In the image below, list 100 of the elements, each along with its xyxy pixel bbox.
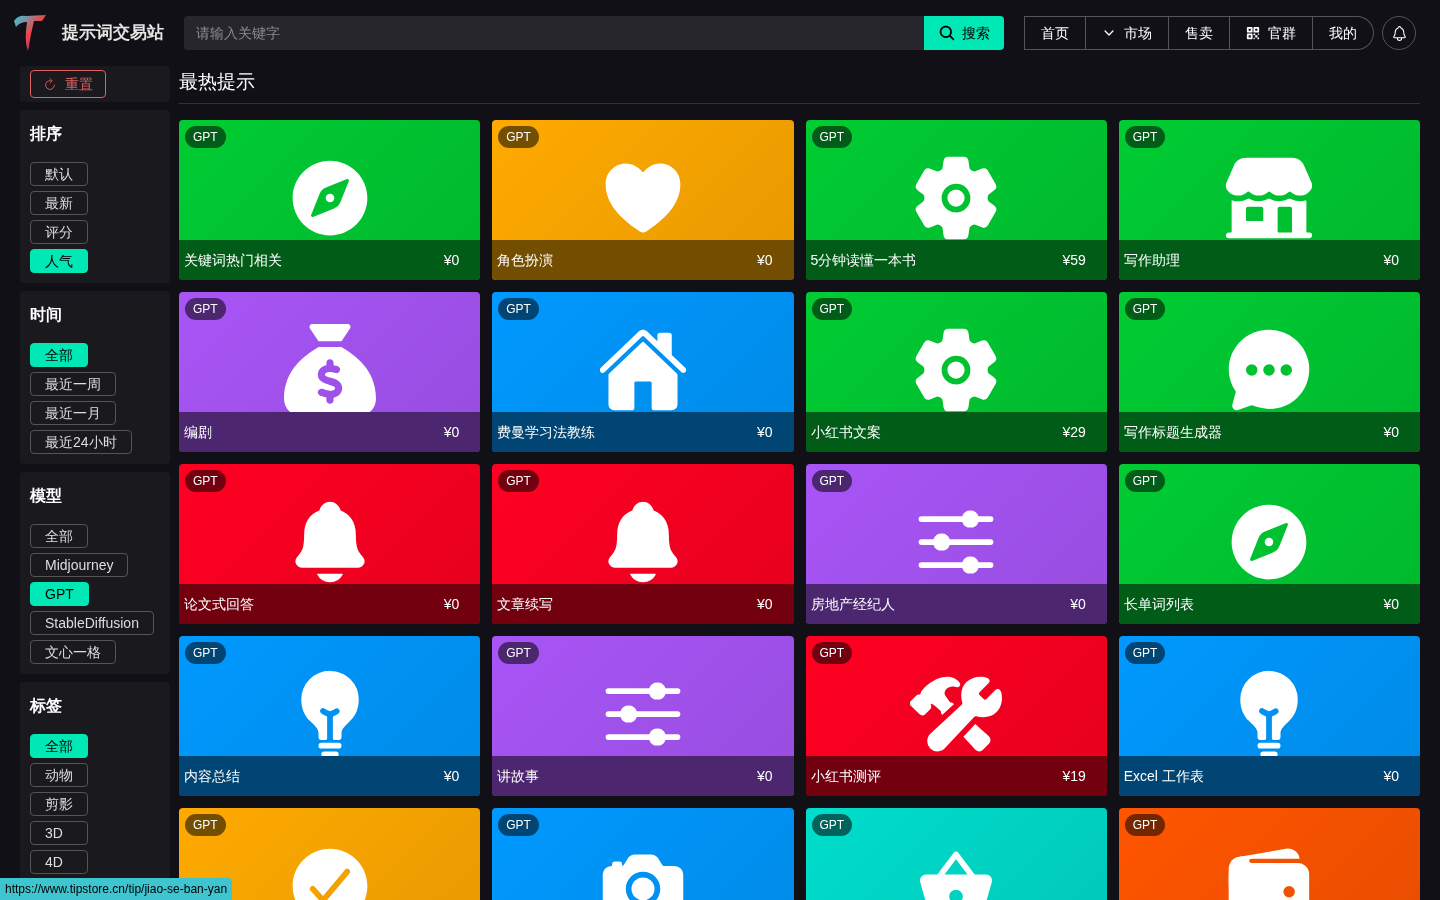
filter-chip[interactable]: 最近24小时 [30,430,132,454]
card-price: ¥0 [1383,422,1399,442]
filter-chip[interactable]: 全部 [30,524,88,548]
model-badge: GPT [1124,642,1166,664]
card-price: ¥0 [1383,766,1399,786]
card-title: 小红书测评 [810,766,881,786]
status-url: https://www.tipstore.cn/tip/jiao-se-ban-yan [0,878,233,900]
model-badge: GPT [1124,470,1166,492]
card-price: ¥29 [1062,422,1086,442]
model-badge: GPT [498,298,539,320]
prompt-card[interactable]: GPT [1118,808,1420,900]
nav-item[interactable]: 我的 [1312,17,1373,49]
bell-icon [1390,24,1408,42]
filter-chip[interactable]: 默认 [30,162,88,186]
card-title: 写作助理 [1123,250,1180,270]
model-badge: GPT [811,470,853,492]
filter-chip[interactable]: 最近一月 [30,401,116,425]
model-badge: GPT [811,126,853,148]
card-title: 讲故事 [497,766,540,786]
filter-chip[interactable]: 全部 [30,734,88,758]
filter-chip[interactable]: 人气 [30,249,88,273]
card-price: ¥0 [756,250,773,270]
card-title: 长单词列表 [1123,594,1194,614]
model-badge: GPT [811,298,853,320]
prompt-card[interactable]: GPT 关键词热门相关 ¥0 [179,120,481,280]
prompt-card[interactable]: GPT 内容总结 ¥0 [179,636,481,796]
card-title: 论文式回答 [184,594,254,614]
model-badge: GPT [185,814,226,836]
prompt-card[interactable]: GPT 5分钟读懂一本书 ¥59 [805,120,1107,280]
card-title: 费曼学习法教练 [497,422,596,442]
prompt-card[interactable]: GPT [492,808,794,900]
card-price: ¥0 [443,250,460,270]
card-title: 文章续写 [497,594,554,614]
card-title: 房地产经纪人 [810,594,895,614]
model-badge: GPT [185,298,226,320]
card-title: 写作标题生成器 [1123,422,1222,442]
filter-title: 时间 [30,305,63,325]
section-title: 最热提示 [179,66,1420,104]
search-button[interactable]: 搜索 [924,16,1004,50]
card-price: ¥0 [756,422,773,442]
prompt-card[interactable]: GPT 费曼学习法教练 ¥0 [492,292,794,452]
card-price: ¥0 [443,422,460,442]
qr-code-icon [1246,26,1260,40]
nav-item[interactable]: 官群 [1229,17,1312,49]
filter-chip[interactable]: 动物 [30,763,88,787]
model-badge: GPT [1124,814,1166,836]
model-badge: GPT [811,642,853,664]
filter-chip[interactable]: 剪影 [30,792,88,816]
prompt-card[interactable]: GPT 小红书文案 ¥29 [805,292,1107,452]
filter-chip[interactable]: 文心一格 [30,640,116,664]
nav-item[interactable]: 首页 [1025,17,1085,49]
model-badge: GPT [498,814,539,836]
prompt-card[interactable]: GPT 文章续写 ¥0 [492,464,794,624]
prompt-card[interactable]: GPT 写作助理 ¥0 [1118,120,1420,280]
filter-chip[interactable]: GPT [30,582,89,606]
model-badge: GPT [185,126,226,148]
filter-chip[interactable]: StableDiffusion [30,611,154,635]
prompt-card[interactable]: GPT [805,808,1107,900]
filter-chip[interactable]: Midjourney [30,553,129,577]
card-price: ¥19 [1062,766,1086,786]
prompt-card[interactable]: GPT Excel 工作表 ¥0 [1118,636,1420,796]
model-badge: GPT [498,642,539,664]
card-title: 编剧 [184,422,212,442]
search-field[interactable]: 请输入关键字 [184,16,924,50]
nav-item[interactable]: 市场 [1085,17,1168,49]
filter-title: 标签 [30,696,63,716]
card-price: ¥0 [443,766,460,786]
card-title: 5分钟读懂一本书 [810,250,917,270]
prompt-card[interactable]: GPT 角色扮演 ¥0 [492,120,794,280]
prompt-card[interactable]: GPT 编剧 ¥0 [179,292,481,452]
model-badge: GPT [1124,126,1166,148]
prompt-card[interactable]: GPT 房地产经纪人 ¥0 [805,464,1107,624]
filter-title: 排序 [30,124,63,144]
model-badge: GPT [1124,298,1166,320]
model-badge: GPT [811,814,853,836]
reset-button[interactable]: 重置 [30,70,106,98]
site-name: 提示词交易站 [62,22,164,45]
nav-item[interactable]: 售卖 [1168,17,1229,49]
card-price: ¥0 [1070,594,1086,614]
filter-chip[interactable]: 最新 [30,191,88,215]
filter-chip[interactable]: 3D [30,821,88,845]
filter-chip[interactable]: 全部 [30,343,88,367]
card-title: 小红书文案 [810,422,881,442]
card-price: ¥0 [443,594,460,614]
search-icon [938,24,956,42]
prompt-card[interactable]: GPT 写作标题生成器 ¥0 [1118,292,1420,452]
prompt-card[interactable]: GPT 讲故事 ¥0 [492,636,794,796]
card-price: ¥0 [1383,594,1399,614]
filter-chip[interactable]: 评分 [30,220,88,244]
prompt-card[interactable]: GPT 长单词列表 ¥0 [1118,464,1420,624]
model-badge: GPT [185,642,226,664]
filter-chip[interactable]: 最近一周 [30,372,116,396]
prompt-card[interactable]: GPT 小红书测评 ¥19 [805,636,1107,796]
refresh-icon [43,77,57,91]
card-price: ¥0 [756,594,773,614]
prompt-card[interactable]: GPT 论文式回答 ¥0 [179,464,481,624]
filter-chip[interactable]: 4D [30,850,88,874]
card-price: ¥59 [1062,250,1086,270]
card-title: 角色扮演 [497,250,554,270]
card-price: ¥0 [1383,250,1399,270]
